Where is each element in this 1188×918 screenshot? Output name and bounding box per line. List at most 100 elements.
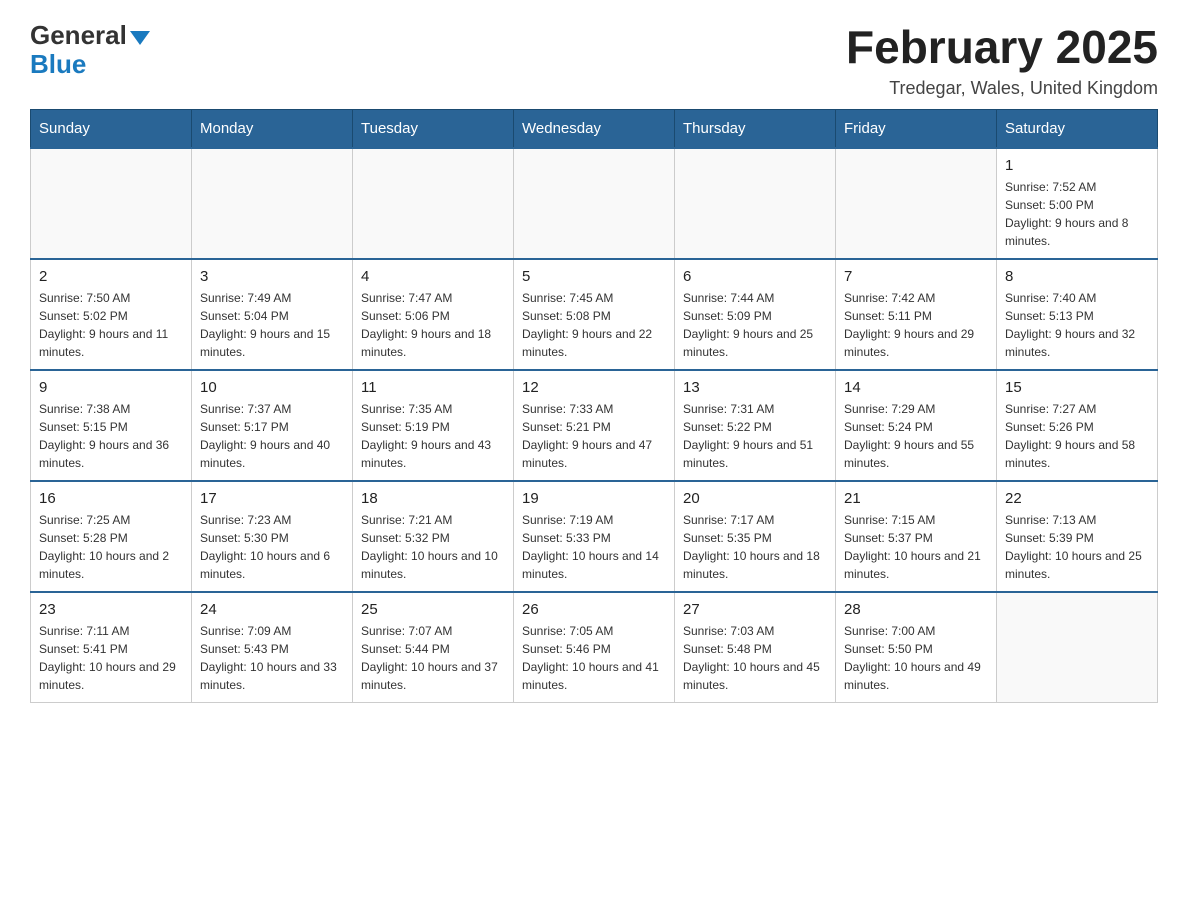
day-info: Sunrise: 7:19 AMSunset: 5:33 PMDaylight:… [522, 511, 666, 583]
day-number: 14 [844, 379, 988, 396]
day-info: Sunrise: 7:52 AMSunset: 5:00 PMDaylight:… [1005, 178, 1149, 250]
day-info: Sunrise: 7:23 AMSunset: 5:30 PMDaylight:… [200, 511, 344, 583]
day-number: 5 [522, 268, 666, 285]
calendar-header-row: SundayMondayTuesdayWednesdayThursdayFrid… [31, 110, 1158, 149]
day-info: Sunrise: 7:07 AMSunset: 5:44 PMDaylight:… [361, 622, 505, 694]
calendar-cell [997, 592, 1158, 703]
day-number: 24 [200, 601, 344, 618]
calendar-cell [514, 148, 675, 259]
calendar-cell: 17 Sunrise: 7:23 AMSunset: 5:30 PMDayligh… [192, 481, 353, 592]
day-number: 23 [39, 601, 183, 618]
day-info: Sunrise: 7:11 AMSunset: 5:41 PMDaylight:… [39, 622, 183, 694]
calendar-cell: 1Sunrise: 7:52 AMSunset: 5:00 PMDaylight… [997, 148, 1158, 259]
day-number: 22 [1005, 490, 1149, 507]
day-number: 7 [844, 268, 988, 285]
calendar-table: SundayMondayTuesdayWednesdayThursdayFrid… [30, 109, 1158, 703]
calendar-cell: 22 Sunrise: 7:13 AMSunset: 5:39 PMDayligh… [997, 481, 1158, 592]
day-info: Sunrise: 7:31 AMSunset: 5:22 PMDaylight:… [683, 400, 827, 472]
day-info: Sunrise: 7:40 AMSunset: 5:13 PMDaylight:… [1005, 289, 1149, 361]
day-header-thursday: Thursday [675, 110, 836, 149]
day-header-wednesday: Wednesday [514, 110, 675, 149]
day-info: Sunrise: 7:35 AMSunset: 5:19 PMDaylight:… [361, 400, 505, 472]
day-number: 26 [522, 601, 666, 618]
calendar-cell [31, 148, 192, 259]
day-info: Sunrise: 7:45 AMSunset: 5:08 PMDaylight:… [522, 289, 666, 361]
calendar-cell: 15 Sunrise: 7:27 AMSunset: 5:26 PMDayligh… [997, 370, 1158, 481]
day-number: 6 [683, 268, 827, 285]
calendar-cell: 27Sunrise: 7:03 AMSunset: 5:48 PMDayligh… [675, 592, 836, 703]
day-info: Sunrise: 7:27 AMSunset: 5:26 PMDaylight:… [1005, 400, 1149, 472]
calendar-cell: 26 Sunrise: 7:05 AMSunset: 5:46 PMDayligh… [514, 592, 675, 703]
day-number: 11 [361, 379, 505, 396]
day-info: Sunrise: 7:29 AMSunset: 5:24 PMDaylight:… [844, 400, 988, 472]
calendar-cell: 10 Sunrise: 7:37 AMSunset: 5:17 PMDayligh… [192, 370, 353, 481]
calendar-cell: 21 Sunrise: 7:15 AMSunset: 5:37 PMDayligh… [836, 481, 997, 592]
calendar-title: February 2025 [846, 20, 1158, 74]
day-number: 12 [522, 379, 666, 396]
day-info: Sunrise: 7:38 AMSunset: 5:15 PMDaylight:… [39, 400, 183, 472]
day-header-friday: Friday [836, 110, 997, 149]
logo-general-text: General [30, 20, 127, 51]
logo-blue-text: Blue [30, 49, 86, 80]
day-info: Sunrise: 7:13 AMSunset: 5:39 PMDaylight:… [1005, 511, 1149, 583]
day-number: 15 [1005, 379, 1149, 396]
day-number: 10 [200, 379, 344, 396]
calendar-cell: 8 Sunrise: 7:40 AMSunset: 5:13 PMDaylight… [997, 259, 1158, 370]
calendar-cell: 25Sunrise: 7:07 AMSunset: 5:44 PMDayligh… [353, 592, 514, 703]
calendar-cell [675, 148, 836, 259]
day-info: Sunrise: 7:47 AMSunset: 5:06 PMDaylight:… [361, 289, 505, 361]
day-header-tuesday: Tuesday [353, 110, 514, 149]
day-number: 19 [522, 490, 666, 507]
day-number: 9 [39, 379, 183, 396]
calendar-week-row: 23 Sunrise: 7:11 AMSunset: 5:41 PMDayligh… [31, 592, 1158, 703]
day-info: Sunrise: 7:05 AMSunset: 5:46 PMDaylight:… [522, 622, 666, 694]
calendar-cell: 3 Sunrise: 7:49 AMSunset: 5:04 PMDaylight… [192, 259, 353, 370]
title-block: February 2025 Tredegar, Wales, United Ki… [846, 20, 1158, 99]
calendar-cell: 16 Sunrise: 7:25 AMSunset: 5:28 PMDayligh… [31, 481, 192, 592]
day-info: Sunrise: 7:15 AMSunset: 5:37 PMDaylight:… [844, 511, 988, 583]
calendar-cell: 14 Sunrise: 7:29 AMSunset: 5:24 PMDayligh… [836, 370, 997, 481]
page-header: General Blue February 2025 Tredegar, Wal… [30, 20, 1158, 99]
calendar-cell [192, 148, 353, 259]
calendar-cell: 19 Sunrise: 7:19 AMSunset: 5:33 PMDayligh… [514, 481, 675, 592]
day-number: 21 [844, 490, 988, 507]
calendar-cell: 7Sunrise: 7:42 AMSunset: 5:11 PMDaylight… [836, 259, 997, 370]
logo-arrow-icon [130, 31, 150, 45]
logo: General Blue [30, 20, 150, 80]
calendar-week-row: 2Sunrise: 7:50 AMSunset: 5:02 PMDaylight… [31, 259, 1158, 370]
day-info: Sunrise: 7:09 AMSunset: 5:43 PMDaylight:… [200, 622, 344, 694]
day-number: 13 [683, 379, 827, 396]
day-info: Sunrise: 7:50 AMSunset: 5:02 PMDaylight:… [39, 289, 183, 361]
day-header-monday: Monday [192, 110, 353, 149]
day-number: 16 [39, 490, 183, 507]
day-info: Sunrise: 7:37 AMSunset: 5:17 PMDaylight:… [200, 400, 344, 472]
calendar-cell: 28 Sunrise: 7:00 AMSunset: 5:50 PMDayligh… [836, 592, 997, 703]
day-number: 28 [844, 601, 988, 618]
calendar-cell: 23 Sunrise: 7:11 AMSunset: 5:41 PMDayligh… [31, 592, 192, 703]
day-info: Sunrise: 7:44 AMSunset: 5:09 PMDaylight:… [683, 289, 827, 361]
day-info: Sunrise: 7:49 AMSunset: 5:04 PMDaylight:… [200, 289, 344, 361]
day-number: 17 [200, 490, 344, 507]
calendar-cell [836, 148, 997, 259]
day-number: 3 [200, 268, 344, 285]
calendar-cell: 2Sunrise: 7:50 AMSunset: 5:02 PMDaylight… [31, 259, 192, 370]
day-info: Sunrise: 7:25 AMSunset: 5:28 PMDaylight:… [39, 511, 183, 583]
calendar-cell: 4 Sunrise: 7:47 AMSunset: 5:06 PMDaylight… [353, 259, 514, 370]
day-number: 8 [1005, 268, 1149, 285]
calendar-week-row: 1Sunrise: 7:52 AMSunset: 5:00 PMDaylight… [31, 148, 1158, 259]
day-info: Sunrise: 7:21 AMSunset: 5:32 PMDaylight:… [361, 511, 505, 583]
calendar-subtitle: Tredegar, Wales, United Kingdom [846, 78, 1158, 99]
calendar-cell: 18 Sunrise: 7:21 AMSunset: 5:32 PMDayligh… [353, 481, 514, 592]
day-number: 4 [361, 268, 505, 285]
calendar-cell: 11 Sunrise: 7:35 AMSunset: 5:19 PMDayligh… [353, 370, 514, 481]
calendar-cell [353, 148, 514, 259]
day-info: Sunrise: 7:03 AMSunset: 5:48 PMDaylight:… [683, 622, 827, 694]
calendar-cell: 12Sunrise: 7:33 AMSunset: 5:21 PMDayligh… [514, 370, 675, 481]
calendar-cell: 5 Sunrise: 7:45 AMSunset: 5:08 PMDaylight… [514, 259, 675, 370]
calendar-cell: 13 Sunrise: 7:31 AMSunset: 5:22 PMDayligh… [675, 370, 836, 481]
day-header-saturday: Saturday [997, 110, 1158, 149]
calendar-cell: 20Sunrise: 7:17 AMSunset: 5:35 PMDayligh… [675, 481, 836, 592]
day-number: 18 [361, 490, 505, 507]
calendar-cell: 6 Sunrise: 7:44 AMSunset: 5:09 PMDaylight… [675, 259, 836, 370]
day-info: Sunrise: 7:00 AMSunset: 5:50 PMDaylight:… [844, 622, 988, 694]
